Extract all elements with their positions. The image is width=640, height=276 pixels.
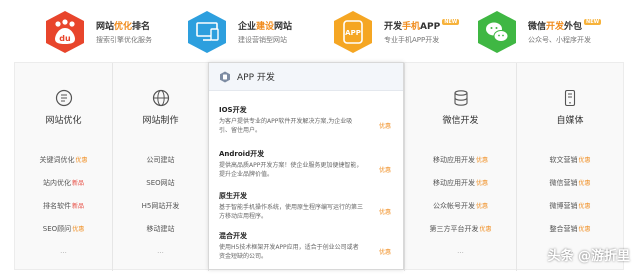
menu-item[interactable]: 整合营销优惠	[517, 224, 623, 247]
service-card-subtitle: 搜索引擎优化服务	[96, 36, 152, 44]
popup-item-desc: 使用H5技术框架开发APP应用，适合于创业公司或者资金短缺的公司。	[219, 244, 359, 260]
menu-item[interactable]: SEO网站	[113, 178, 208, 201]
column-site: 网站制作 公司建站 SEO网站 H5网站开发 移动建站 ...	[113, 63, 209, 271]
service-card-title: 开发手机APP NEW	[384, 19, 460, 32]
monitor-icon	[184, 9, 230, 55]
service-card-app[interactable]: APP 开发手机APP NEW 专业手机APP开发	[330, 6, 460, 58]
seo-icon	[55, 89, 73, 107]
app-dev-popup: APP 开发 IOS开发 为客户提供专业的APP软件开发解决方案,为企业吸引、留…	[208, 62, 404, 270]
more-dots: ...	[457, 247, 464, 255]
svg-text:APP: APP	[345, 29, 361, 37]
menu-item[interactable]: 软文营销优惠	[517, 155, 623, 178]
new-badge: NEW	[442, 19, 460, 25]
popup-item-android[interactable]: Android开发 提供高品质APP开发方案！使企业服务更加便捷智能，提升企业品…	[219, 149, 399, 179]
more-dots: ...	[157, 247, 164, 255]
column-title: 自媒体	[556, 116, 584, 126]
menu-item[interactable]: 移动建站	[113, 224, 208, 247]
menu-item[interactable]: 移动应用开发优惠	[405, 155, 516, 178]
menu-item[interactable]: 站内优化新品	[15, 178, 112, 201]
column-wechat: 微信开发 移动应用开发优惠 移动应用开发优惠 公众帐号开发优惠 第三方平台开发优…	[405, 63, 517, 271]
wechat-icon	[474, 9, 520, 55]
discount-tag: 优惠	[378, 123, 391, 130]
popup-item-ios[interactable]: IOS开发 为客户提供专业的APP软件开发解决方案,为企业吸引、留住用户。 优惠	[219, 105, 399, 135]
menu-item[interactable]: 微信营销优惠	[517, 178, 623, 201]
menu-item[interactable]: 移动应用开发优惠	[405, 178, 516, 201]
service-card-seo[interactable]: du 网站优化排名 搜索引擎优化服务	[42, 6, 152, 58]
service-card-title: 微信开发外包 NEW	[528, 19, 602, 32]
menu-item[interactable]: 关键词优化优惠	[15, 155, 112, 178]
popup-item-name: IOS开发	[219, 106, 247, 114]
database-icon	[452, 89, 470, 107]
more-dots: ...	[60, 247, 67, 255]
discount-tag: 优惠	[378, 249, 391, 256]
column-media: 自媒体 软文营销优惠 微信营销优惠 微博营销优惠 整合营销优惠 ...	[517, 63, 623, 271]
service-card-wechat[interactable]: 微信开发外包 NEW 公众号、小程序开发	[474, 6, 602, 58]
menu-item[interactable]: 微博营销优惠	[517, 201, 623, 224]
hexagon-icon	[220, 71, 230, 82]
menu-item[interactable]: 公司建站	[113, 155, 208, 178]
menu-item[interactable]: 公众帐号开发优惠	[405, 201, 516, 224]
service-card-website[interactable]: 企业建设网站 建设营销型网站	[184, 6, 292, 58]
menu-item[interactable]: SEO顾问优惠	[15, 224, 112, 247]
watermark: 头条 @游折里	[547, 249, 630, 264]
column-title: 网站优化	[45, 116, 82, 126]
popup-title: APP 开发	[237, 73, 275, 83]
popup-item-name: 原生开发	[219, 192, 247, 200]
svg-text:du: du	[59, 34, 71, 43]
column-seo: 网站优化 关键词优化优惠 站内优化新品 排名软件新品 SEO顾问优惠 ...	[15, 63, 113, 271]
menu-item[interactable]: 第三方平台开发优惠	[405, 224, 516, 247]
service-card-subtitle: 公众号、小程序开发	[528, 36, 591, 44]
service-card-subtitle: 建设营销型网站	[238, 36, 287, 44]
popup-item-name: Android开发	[219, 150, 265, 158]
popup-item-name: 混合开发	[219, 232, 247, 240]
popup-item-desc: 提供高品质APP开发方案！使企业服务更加便捷智能，提升企业品牌价值。	[219, 162, 363, 178]
discount-tag: 优惠	[378, 167, 391, 174]
mobile-icon	[561, 89, 579, 107]
popup-item-desc: 基于智能手机操作系统，使用原生程序编写运行的第三方移动应用程序。	[219, 204, 364, 220]
baidu-icon: du	[42, 9, 88, 55]
menu-item[interactable]: 排名软件新品	[15, 201, 112, 224]
popup-item-native[interactable]: 原生开发 基于智能手机操作系统，使用原生程序编写运行的第三方移动应用程序。 优惠	[219, 191, 399, 221]
popup-header: APP 开发	[209, 63, 403, 91]
popup-item-desc: 为客户提供专业的APP软件开发解决方案,为企业吸引、留住用户。	[219, 118, 353, 134]
service-card-subtitle: 专业手机APP开发	[384, 36, 440, 44]
popup-item-hybrid[interactable]: 混合开发 使用H5技术框架开发APP应用，适合于创业公司或者资金短缺的公司。 优…	[219, 231, 399, 261]
column-title: 网站制作	[142, 116, 179, 126]
service-card-title: 网站优化排名	[96, 22, 151, 32]
column-title: 微信开发	[442, 116, 479, 126]
discount-tag: 优惠	[378, 209, 391, 216]
globe-icon	[152, 89, 170, 107]
menu-item[interactable]: H5网站开发	[113, 201, 208, 224]
app-icon: APP	[330, 9, 376, 55]
service-card-title: 企业建设网站	[238, 22, 293, 32]
new-badge: NEW	[584, 19, 602, 25]
